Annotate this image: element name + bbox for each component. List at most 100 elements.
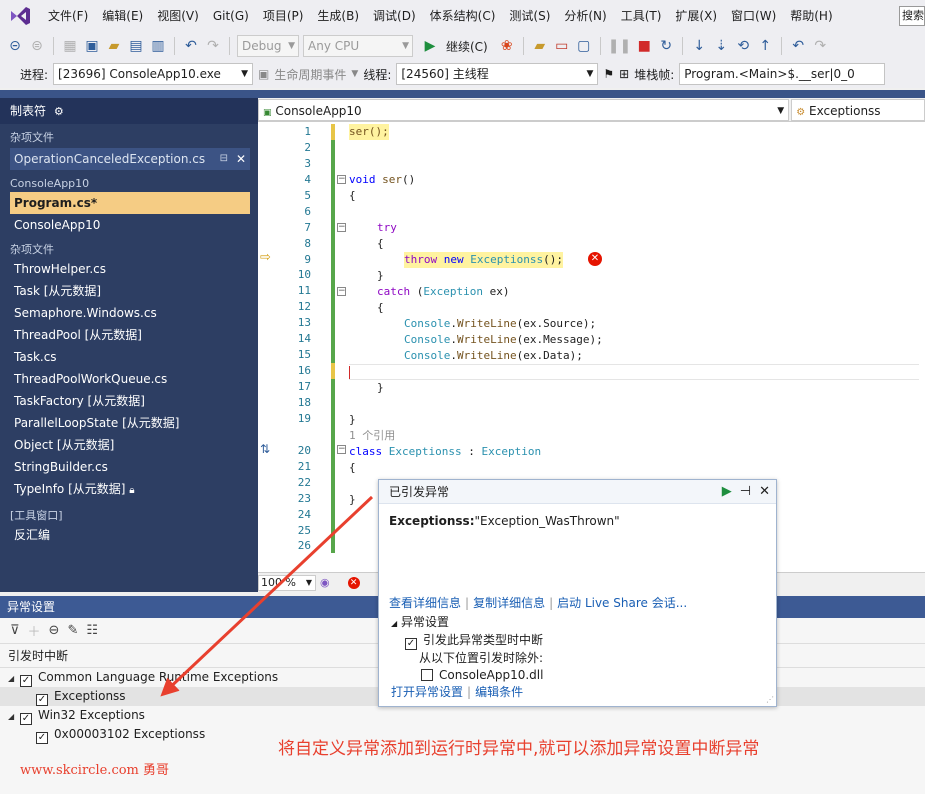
menu-git[interactable]: Git(G) <box>206 0 256 32</box>
tree-row-win32[interactable]: ◢ ✓ Win32 Exceptions <box>0 706 925 725</box>
file-item-typeinfo[interactable]: TypeInfo [从元数据] 🔒︎ <box>0 478 258 502</box>
file-item-project[interactable]: ConsoleApp10 <box>0 214 258 236</box>
menu-architecture[interactable]: 体系结构(C) <box>423 0 503 32</box>
zoom-dropdown[interactable]: 100 % ▼ <box>258 574 316 591</box>
filter-thread-icon[interactable]: ⊞ <box>619 67 629 81</box>
type-navigation-dropdown[interactable]: ⚙ Exceptionss <box>791 99 925 121</box>
redo-icon[interactable]: ↷ <box>204 36 222 56</box>
open-exception-settings-link[interactable]: 打开异常设置 <box>391 685 463 699</box>
menu-tools[interactable]: 工具(T) <box>614 0 669 32</box>
gear-icon[interactable]: ⚙ <box>54 105 64 118</box>
file-item[interactable]: StringBuilder.cs <box>0 456 258 478</box>
copy-details-link[interactable]: 复制详细信息 <box>473 596 545 610</box>
file-item[interactable]: ThrowHelper.cs <box>0 258 258 280</box>
undo-icon[interactable]: ↶ <box>182 36 200 56</box>
checkbox-checked-icon[interactable]: ✓ <box>36 694 48 706</box>
flag-icon[interactable]: ⚑ <box>603 67 614 81</box>
collapse-icon[interactable]: − <box>337 445 346 454</box>
new-project-icon[interactable]: ▣ <box>83 36 101 56</box>
menu-edit[interactable]: 编辑(E) <box>95 0 150 32</box>
implementation-icon[interactable]: ⇅ <box>260 442 270 456</box>
menu-extensions[interactable]: 扩展(X) <box>668 0 724 32</box>
restart-icon[interactable]: ↻ <box>657 36 675 56</box>
checkbox-unchecked-icon[interactable] <box>421 669 433 681</box>
filter-icon[interactable]: ⊽ <box>10 623 20 638</box>
copilot-icon[interactable]: ◉ <box>320 576 330 589</box>
platform-dropdown[interactable]: Any CPU ▼ <box>303 35 413 57</box>
forward-icon[interactable]: ⊜ <box>28 36 46 56</box>
file-item-program[interactable]: Program.cs* <box>10 192 250 214</box>
file-item[interactable]: TaskFactory [从元数据] <box>0 390 258 412</box>
menu-debug[interactable]: 调试(D) <box>366 0 423 32</box>
continue-play-icon[interactable]: ▶ <box>722 480 732 504</box>
expand-triangle-icon[interactable]: ◢ <box>391 619 397 628</box>
folder-icon[interactable]: ▰ <box>531 36 549 56</box>
configuration-dropdown[interactable]: Debug ▼ <box>237 35 299 57</box>
list-settings-icon[interactable]: ☷ <box>86 623 98 638</box>
menu-file[interactable]: 文件(F) <box>41 0 95 32</box>
save-all-icon[interactable]: ▥ <box>149 36 167 56</box>
checkbox-checked-icon[interactable]: ✓ <box>20 675 32 687</box>
window-layout-icon[interactable]: ▢ <box>575 36 593 56</box>
view-details-link[interactable]: 查看详细信息 <box>389 596 461 610</box>
file-item[interactable]: Task.cs <box>0 346 258 368</box>
process-dropdown[interactable]: [23696] ConsoleApp10.exe ▼ <box>53 63 254 85</box>
menu-analyze[interactable]: 分析(N) <box>557 0 613 32</box>
menu-build[interactable]: 生成(B) <box>310 0 366 32</box>
expand-triangle-icon[interactable]: ◢ <box>8 669 20 688</box>
live-share-link[interactable]: 启动 Live Share 会话... <box>557 596 687 610</box>
stack-frame-dropdown[interactable]: Program.<Main>$.__ser|0_0 <box>679 63 886 85</box>
exception-error-icon[interactable]: ✕ <box>588 252 602 266</box>
file-item[interactable]: Object [从元数据] <box>0 434 258 456</box>
undo-nav-icon[interactable]: ↶ <box>789 36 807 56</box>
expand-triangle-icon[interactable]: ◢ <box>8 707 20 726</box>
dll-exception-option[interactable]: ConsoleApp10.dll <box>391 667 543 684</box>
collapse-icon[interactable]: − <box>337 175 346 184</box>
pin-icon[interactable]: ⊣ <box>740 480 751 504</box>
solution-icon[interactable]: ▦ <box>61 36 79 56</box>
add-icon[interactable]: ＋ <box>28 621 41 640</box>
file-item[interactable]: ThreadPoolWorkQueue.cs <box>0 368 258 390</box>
stop-icon[interactable]: ■ <box>635 36 653 56</box>
menu-project[interactable]: 项目(P) <box>256 0 311 32</box>
checkbox-checked-icon[interactable]: ✓ <box>36 732 48 744</box>
back-icon[interactable]: ⊝ <box>6 36 24 56</box>
section-header[interactable]: ◢ 异常设置 <box>391 614 543 632</box>
menu-help[interactable]: 帮助(H) <box>783 0 839 32</box>
close-icon[interactable]: ✕ <box>759 480 770 504</box>
pin-icon[interactable]: ⊟ <box>220 148 228 170</box>
break-when-thrown-option[interactable]: ✓ 引发此异常类型时中断 <box>391 632 543 650</box>
step-out-icon[interactable]: ↑ <box>756 36 774 56</box>
collapse-icon[interactable]: − <box>337 223 346 232</box>
errors-icon[interactable]: ✕ <box>347 576 360 589</box>
edit-conditions-link[interactable]: 编辑条件 <box>475 685 523 699</box>
continue-button[interactable]: 继续(C) <box>446 38 488 55</box>
continue-play-icon[interactable]: ▶ <box>421 36 439 56</box>
menu-test[interactable]: 测试(S) <box>502 0 557 32</box>
remove-icon[interactable]: ⊖ <box>49 623 60 638</box>
lifecycle-events-button[interactable]: 生命周期事件 <box>274 66 346 83</box>
toolbox-icon[interactable]: ▭ <box>553 36 571 56</box>
pause-icon[interactable]: ❚❚ <box>608 36 631 56</box>
step-into-icon[interactable]: ↓ <box>690 36 708 56</box>
file-item[interactable]: ParallelLoopState [从元数据] <box>0 412 258 434</box>
thread-dropdown[interactable]: [24560] 主线程 ▼ <box>396 63 599 85</box>
edit-condition-icon[interactable]: ✎ <box>67 623 78 638</box>
codelens-references[interactable]: 1 个引用 <box>349 428 395 444</box>
collapse-icon[interactable]: − <box>337 287 346 296</box>
file-item[interactable]: Task [从元数据] <box>0 280 258 302</box>
lifecycle-icon[interactable]: ▣ <box>258 67 269 81</box>
step-loop-icon[interactable]: ⟲ <box>734 36 752 56</box>
checkbox-checked-icon[interactable]: ✓ <box>20 713 32 725</box>
checkbox-checked-icon[interactable]: ✓ <box>405 638 417 650</box>
search-box[interactable]: 搜索 <box>899 6 925 26</box>
resize-grip-icon[interactable]: ⋰ <box>766 695 774 704</box>
file-item[interactable]: ThreadPool [从元数据] <box>0 324 258 346</box>
file-item[interactable]: Semaphore.Windows.cs <box>0 302 258 324</box>
step-over-icon[interactable]: ⇣ <box>712 36 730 56</box>
project-navigation-dropdown[interactable]: ▣ ConsoleApp10 ▼ <box>258 99 790 121</box>
save-icon[interactable]: ▤ <box>127 36 145 56</box>
menu-view[interactable]: 视图(V) <box>150 0 206 32</box>
close-icon[interactable]: ✕ <box>236 148 246 170</box>
file-item-disassembly[interactable]: 反汇编 <box>0 524 258 546</box>
